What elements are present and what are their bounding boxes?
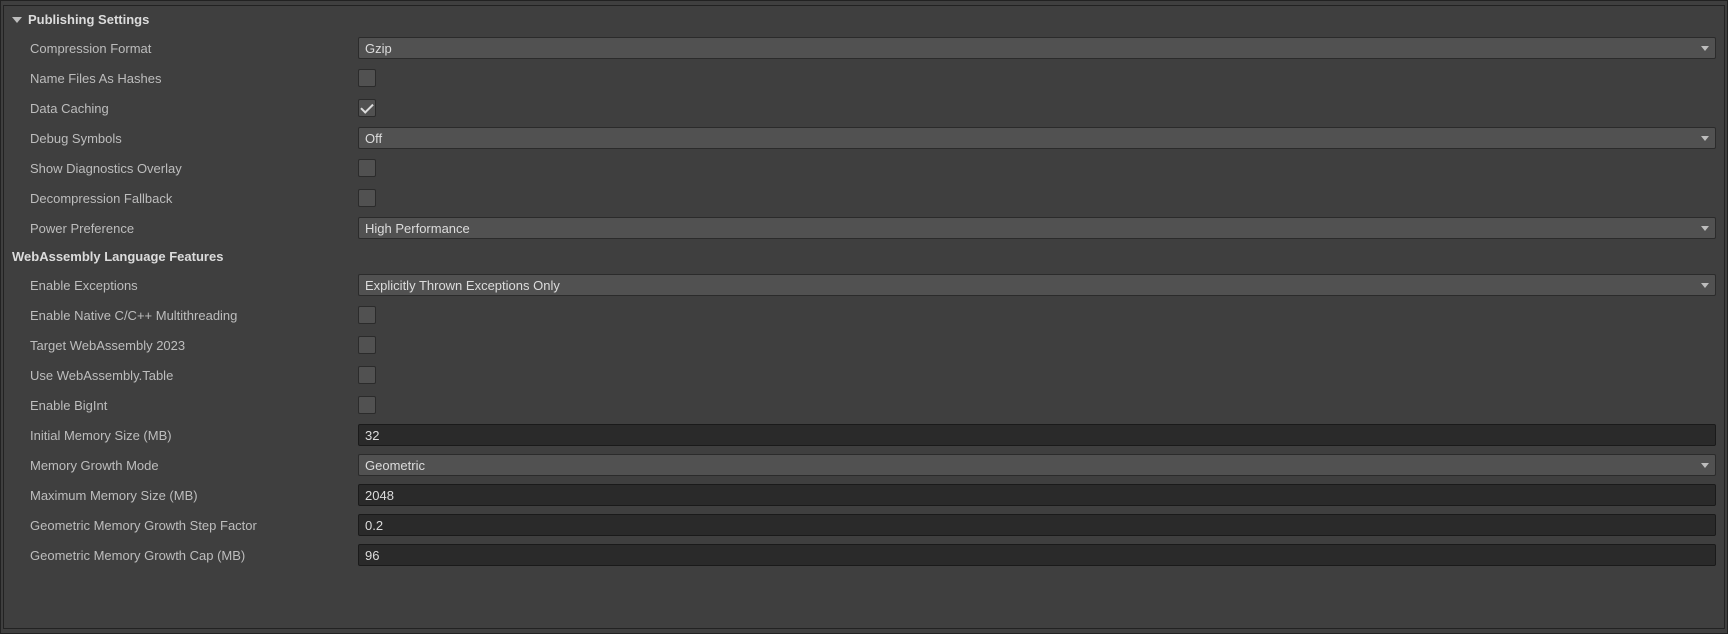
- target-wasm-2023-label: Target WebAssembly 2023: [30, 338, 358, 353]
- use-wasm-table-row: Use WebAssembly.Table: [4, 360, 1724, 390]
- chevron-down-icon: [1701, 226, 1709, 231]
- debug-symbols-row: Debug Symbols Off: [4, 123, 1724, 153]
- enable-bigint-row: Enable BigInt: [4, 390, 1724, 420]
- show-diagnostics-overlay-label: Show Diagnostics Overlay: [30, 161, 358, 176]
- debug-symbols-label: Debug Symbols: [30, 131, 358, 146]
- enable-exceptions-value: Explicitly Thrown Exceptions Only: [365, 278, 560, 293]
- use-wasm-table-checkbox[interactable]: [358, 366, 376, 384]
- debug-symbols-dropdown[interactable]: Off: [358, 127, 1716, 149]
- name-files-as-hashes-row: Name Files As Hashes: [4, 63, 1724, 93]
- enable-exceptions-dropdown[interactable]: Explicitly Thrown Exceptions Only: [358, 274, 1716, 296]
- geometric-growth-cap-row: Geometric Memory Growth Cap (MB): [4, 540, 1724, 570]
- compression-format-label: Compression Format: [30, 41, 358, 56]
- compression-format-value: Gzip: [365, 41, 392, 56]
- maximum-memory-size-row: Maximum Memory Size (MB): [4, 480, 1724, 510]
- memory-growth-mode-row: Memory Growth Mode Geometric: [4, 450, 1724, 480]
- name-files-as-hashes-checkbox[interactable]: [358, 69, 376, 87]
- target-wasm-2023-row: Target WebAssembly 2023: [4, 330, 1724, 360]
- initial-memory-size-label: Initial Memory Size (MB): [30, 428, 358, 443]
- enable-bigint-label: Enable BigInt: [30, 398, 358, 413]
- debug-symbols-value: Off: [365, 131, 382, 146]
- initial-memory-size-input[interactable]: [358, 424, 1716, 446]
- decompression-fallback-label: Decompression Fallback: [30, 191, 358, 206]
- power-preference-label: Power Preference: [30, 221, 358, 236]
- show-diagnostics-overlay-row: Show Diagnostics Overlay: [4, 153, 1724, 183]
- data-caching-row: Data Caching: [4, 93, 1724, 123]
- maximum-memory-size-input[interactable]: [358, 484, 1716, 506]
- initial-memory-size-row: Initial Memory Size (MB): [4, 420, 1724, 450]
- memory-growth-mode-dropdown[interactable]: Geometric: [358, 454, 1716, 476]
- chevron-down-icon: [1701, 463, 1709, 468]
- decompression-fallback-row: Decompression Fallback: [4, 183, 1724, 213]
- chevron-down-icon: [1701, 283, 1709, 288]
- maximum-memory-size-label: Maximum Memory Size (MB): [30, 488, 358, 503]
- show-diagnostics-overlay-checkbox[interactable]: [358, 159, 376, 177]
- enable-bigint-checkbox[interactable]: [358, 396, 376, 414]
- compression-format-row: Compression Format Gzip: [4, 33, 1724, 63]
- enable-native-multithreading-row: Enable Native C/C++ Multithreading: [4, 300, 1724, 330]
- power-preference-value: High Performance: [365, 221, 470, 236]
- memory-growth-mode-label: Memory Growth Mode: [30, 458, 358, 473]
- decompression-fallback-checkbox[interactable]: [358, 189, 376, 207]
- foldout-triangle-icon: [12, 17, 22, 23]
- enable-exceptions-row: Enable Exceptions Explicitly Thrown Exce…: [4, 270, 1724, 300]
- enable-native-multithreading-checkbox[interactable]: [358, 306, 376, 324]
- data-caching-label: Data Caching: [30, 101, 358, 116]
- enable-native-multithreading-label: Enable Native C/C++ Multithreading: [30, 308, 358, 323]
- geometric-growth-cap-label: Geometric Memory Growth Cap (MB): [30, 548, 358, 563]
- power-preference-row: Power Preference High Performance: [4, 213, 1724, 243]
- geometric-growth-step-factor-input[interactable]: [358, 514, 1716, 536]
- use-wasm-table-label: Use WebAssembly.Table: [30, 368, 358, 383]
- geometric-growth-step-factor-label: Geometric Memory Growth Step Factor: [30, 518, 358, 533]
- target-wasm-2023-checkbox[interactable]: [358, 336, 376, 354]
- publishing-settings-header[interactable]: Publishing Settings: [4, 10, 1724, 33]
- memory-growth-mode-value: Geometric: [365, 458, 425, 473]
- power-preference-dropdown[interactable]: High Performance: [358, 217, 1716, 239]
- chevron-down-icon: [1701, 136, 1709, 141]
- data-caching-checkbox[interactable]: [358, 99, 376, 117]
- compression-format-dropdown[interactable]: Gzip: [358, 37, 1716, 59]
- publishing-settings-title: Publishing Settings: [28, 12, 149, 27]
- chevron-down-icon: [1701, 46, 1709, 51]
- name-files-as-hashes-label: Name Files As Hashes: [30, 71, 358, 86]
- wasm-features-title: WebAssembly Language Features: [4, 243, 1724, 270]
- geometric-growth-step-factor-row: Geometric Memory Growth Step Factor: [4, 510, 1724, 540]
- geometric-growth-cap-input[interactable]: [358, 544, 1716, 566]
- enable-exceptions-label: Enable Exceptions: [30, 278, 358, 293]
